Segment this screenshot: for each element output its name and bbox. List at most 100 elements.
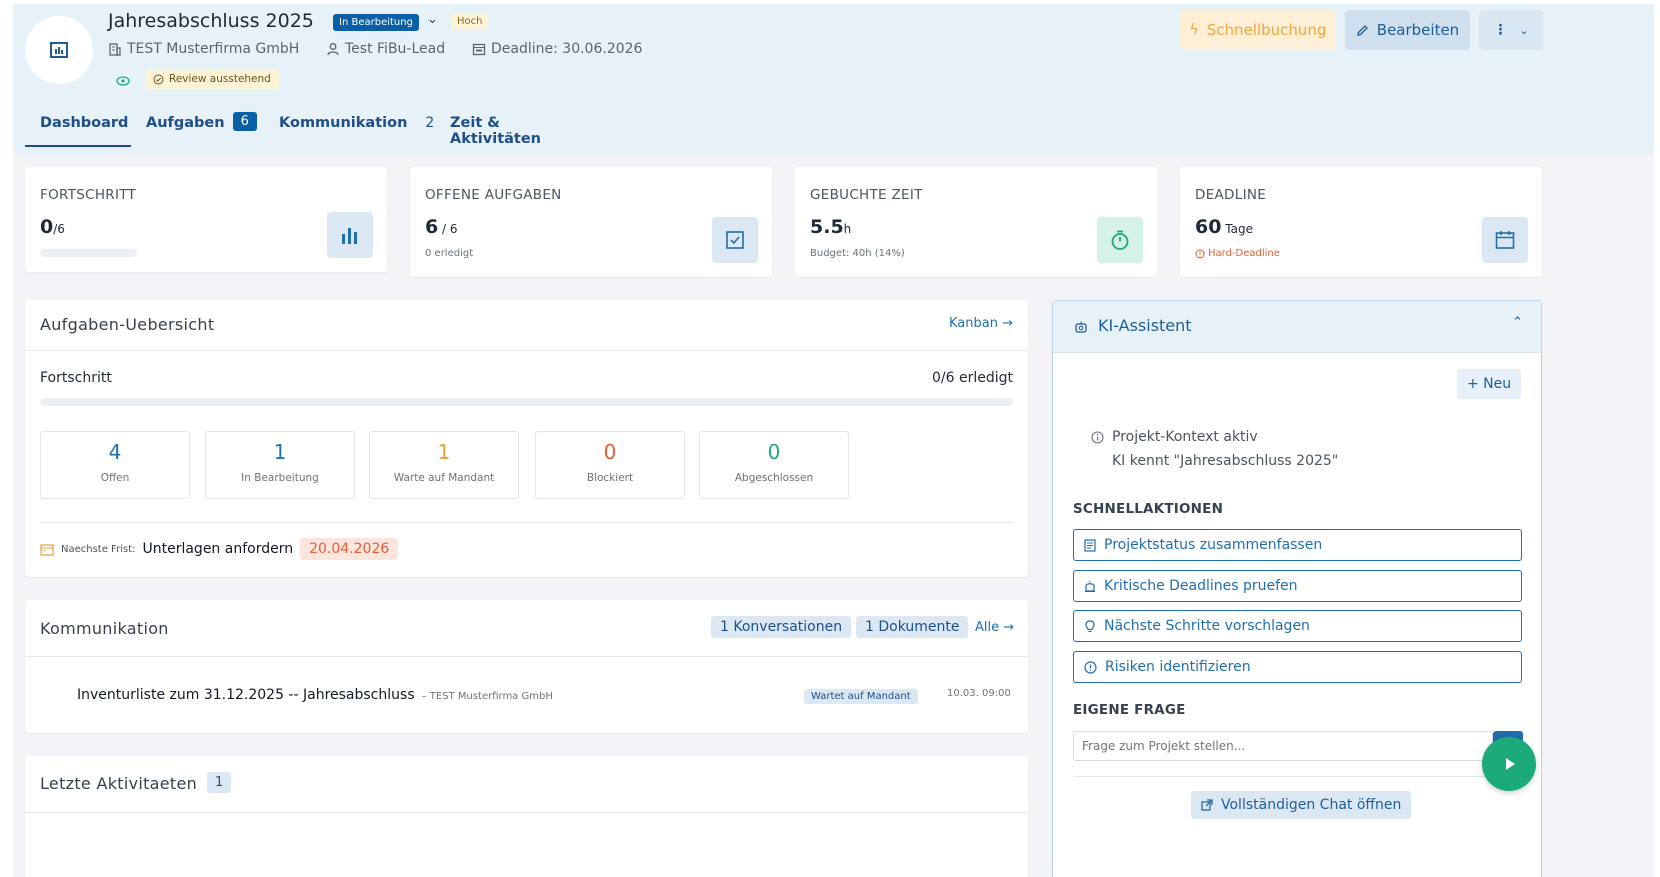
context-active-label: Projekt-Kontext aktiv (1112, 429, 1258, 445)
ki-header[interactable]: KI-Assistent ⌃ (1053, 301, 1541, 353)
edit-label: Bearbeiten (1376, 21, 1460, 39)
item-title: Inventurliste zum 31.12.2025 -- Jahresab… (77, 687, 415, 703)
check-circle-icon (153, 74, 164, 84)
alarm-icon (1085, 580, 1095, 592)
calendar-icon (40, 543, 54, 556)
context-description: KI kennt "Jahresabschluss 2025" (1112, 453, 1339, 469)
tab-zeit-aktivitaeten[interactable]: Zeit & Aktivitäten (450, 109, 541, 147)
stat-label: GEBUCHTE ZEIT (810, 187, 923, 203)
review-label: Review ausstehend (169, 73, 271, 85)
quick-action-next-steps[interactable]: Nächste Schritte vorschlagen (1073, 610, 1522, 642)
stopwatch-icon (1097, 217, 1143, 263)
calendar-icon (472, 43, 486, 56)
counter-number: 1 (273, 440, 287, 464)
communication-item[interactable]: Inventurliste zum 31.12.2025 -- Jahresab… (77, 687, 553, 703)
chevron-down-icon[interactable]: ⌄ (427, 12, 438, 27)
next-deadline-date: 20.04.2026 (300, 538, 399, 560)
robot-icon (1075, 321, 1087, 333)
counter-number: 0 (767, 440, 781, 464)
chevron-up-icon[interactable]: ⌃ (1512, 315, 1523, 330)
tab-label: Aufgaben (146, 115, 225, 131)
checkbox-icon (712, 217, 758, 263)
stat-value: 0/6 (40, 216, 65, 238)
next-deadline-label: Naechste Frist: (61, 543, 136, 555)
section-title: Kommunikation (40, 619, 169, 638)
all-link[interactable]: Alle → (975, 620, 1014, 635)
divider (25, 812, 1028, 813)
quick-action-risks[interactable]: Risiken identifizieren (1073, 651, 1522, 683)
counter-label: In Bearbeitung (241, 472, 319, 484)
building-icon (109, 43, 121, 56)
tasks-overview-card: Aufgaben-Uebersicht Kanban → Fortschritt… (25, 300, 1028, 577)
documents-chip[interactable]: 1 Dokumente (856, 616, 969, 638)
conversations-chip[interactable]: 1 Konversationen (711, 616, 852, 638)
open-chat-button[interactable]: Vollständigen Chat öffnen (1191, 791, 1412, 819)
tab-label: Dashboard (40, 115, 129, 131)
stat-sub: 0 erledigt (425, 248, 474, 259)
more-menu-button[interactable]: ⋮ ⌄ (1479, 10, 1543, 50)
play-button[interactable] (1482, 737, 1536, 791)
tab-dashboard[interactable]: Dashboard (25, 109, 131, 147)
quick-action-label: Kritische Deadlines pruefen (1104, 578, 1298, 594)
quick-action-deadlines[interactable]: Kritische Deadlines pruefen (1073, 570, 1522, 602)
counter-number: 1 (437, 440, 451, 464)
dots-vertical-icon: ⋮ (1493, 22, 1508, 38)
divider (25, 350, 1028, 351)
app-frame: Jahresabschluss 2025 In Bearbeitung ⌄ Ho… (13, 4, 1654, 877)
counter-number: 0 (603, 440, 617, 464)
stat-label: FORTSCHRITT (40, 187, 137, 203)
alert-circle-icon (1195, 249, 1205, 258)
ki-assistant-panel: KI-Assistent ⌃ + Neu Projekt-Kontext akt… (1052, 300, 1542, 877)
counter-label: Warte auf Mandant (393, 472, 495, 484)
edit-button[interactable]: Bearbeiten (1345, 10, 1470, 50)
own-question-heading: EIGENE FRAGE (1073, 702, 1186, 718)
tab-count: 2 (425, 115, 435, 131)
project-avatar (25, 16, 93, 84)
divider (40, 522, 1013, 523)
new-chat-button[interactable]: + Neu (1457, 369, 1522, 399)
hard-deadline-label: Hard-Deadline (1208, 248, 1280, 259)
info-icon (1091, 430, 1104, 444)
stat-card-booked-time: GEBUCHTE ZEIT 5.5h Budget: 40h (14%) (795, 167, 1157, 277)
question-input[interactable] (1073, 731, 1493, 761)
stat-card-deadline: DEADLINE 60 Tage Hard-Deadline (1180, 167, 1542, 277)
item-time: 10.03. 09:00 (947, 688, 1011, 699)
tab-kommunikation[interactable]: Kommunikation 2 (279, 109, 434, 147)
kanban-link[interactable]: Kanban → (949, 316, 1013, 331)
counter-label: Blockiert (586, 472, 634, 484)
stat-card-open-tasks: OFFENE AUFGABEN 6 / 6 0 erledigt (410, 167, 772, 277)
external-link-icon (1201, 799, 1213, 811)
next-deadline-row: Naechste Frist: Unterlagen anfordern 20.… (40, 538, 399, 560)
stat-value: 6 / 6 (425, 216, 458, 238)
quick-action-summary[interactable]: Projektstatus zusammenfassen (1073, 529, 1522, 561)
company-name: TEST Musterfirma GmbH (127, 41, 300, 57)
divider (25, 656, 1028, 657)
counter-blockiert[interactable]: 0 Blockiert (535, 431, 685, 499)
alert-circle-icon (1084, 660, 1097, 674)
calendar-icon (1482, 217, 1528, 263)
progress-bar (40, 398, 1013, 406)
next-deadline-task[interactable]: Unterlagen anfordern (142, 541, 293, 557)
tab-label: Kommunikation (279, 115, 408, 131)
bar-chart-icon (327, 212, 373, 258)
lightbulb-icon (1085, 619, 1095, 632)
tab-aufgaben[interactable]: Aufgaben 6 (146, 109, 257, 147)
tab-count-badge: 6 (232, 112, 257, 131)
progress-bar (40, 249, 137, 257)
review-badge: Review ausstehend (145, 69, 279, 89)
chevron-down-icon: ⌄ (1519, 23, 1529, 37)
stat-sub: Hard-Deadline (1195, 248, 1280, 259)
eye-icon[interactable] (113, 71, 133, 91)
progress-value: 0/6 erledigt (931, 370, 1013, 386)
stat-card-progress: FORTSCHRITT 0/6 (25, 167, 387, 272)
play-icon (1506, 758, 1515, 770)
counter-offen[interactable]: 4 Offen (40, 431, 190, 499)
quick-booking-button[interactable]: ϟ Schnellbuchung (1180, 10, 1336, 50)
deadline-meta: Deadline: 30.06.2026 (472, 41, 642, 57)
ki-title: KI-Assistent (1098, 316, 1192, 335)
status-badge[interactable]: In Bearbeitung (333, 14, 419, 31)
counter-abgeschlossen[interactable]: 0 Abgeschlossen (699, 431, 849, 499)
counter-in-bearbeitung[interactable]: 1 In Bearbeitung (205, 431, 355, 499)
counter-warte-auf-mandant[interactable]: 1 Warte auf Mandant (369, 431, 519, 499)
counter-number: 4 (108, 440, 122, 464)
